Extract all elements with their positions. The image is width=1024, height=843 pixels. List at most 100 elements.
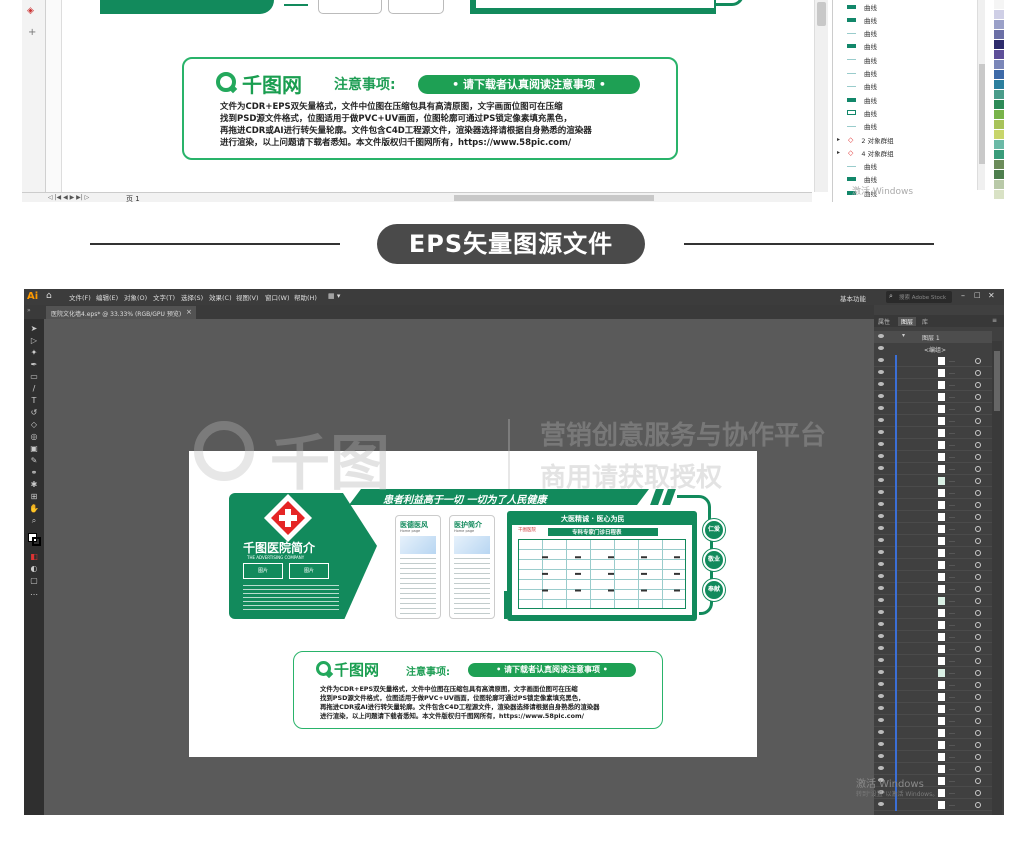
color-palette[interactable] xyxy=(994,0,1004,202)
tab-close-icon[interactable]: × xyxy=(186,308,192,316)
cdr-canvas[interactable]: 千图网 注意事项: • 请下载者认真阅读注意事项 • 文件为CDR+EPS双矢量… xyxy=(62,0,814,192)
object-row[interactable]: 曲线 xyxy=(847,53,877,66)
target-circle-icon[interactable] xyxy=(975,478,981,484)
layer-item[interactable]: … xyxy=(874,499,992,511)
visibility-eye-icon[interactable] xyxy=(878,730,884,734)
pen-tool-icon[interactable]: ✒ xyxy=(29,361,39,369)
tab-properties[interactable]: 属性 xyxy=(878,317,890,326)
color-mode-icon[interactable]: ◧ xyxy=(29,553,39,561)
target-circle-icon[interactable] xyxy=(975,622,981,628)
layer-item[interactable]: … xyxy=(874,691,992,703)
visibility-eye-icon[interactable] xyxy=(878,490,884,494)
layer-item[interactable]: … xyxy=(874,583,992,595)
palette-swatch[interactable] xyxy=(994,160,1004,169)
cdr-vertical-scrollbar[interactable] xyxy=(814,0,828,192)
visibility-eye-icon[interactable] xyxy=(878,694,884,698)
visibility-eye-icon[interactable] xyxy=(878,514,884,518)
layer-item[interactable]: … xyxy=(874,475,992,487)
target-circle-icon[interactable] xyxy=(975,382,981,388)
object-row[interactable]: 曲线 xyxy=(847,93,877,106)
target-circle-icon[interactable] xyxy=(975,418,981,424)
artboard-tool-icon[interactable]: ⊞ xyxy=(29,493,39,501)
layer-item[interactable]: … xyxy=(874,643,992,655)
visibility-eye-icon[interactable] xyxy=(878,370,884,374)
layer-item[interactable]: … xyxy=(874,535,992,547)
layer-item[interactable]: … xyxy=(874,715,992,727)
layer-item[interactable]: … xyxy=(874,451,992,463)
palette-swatch[interactable] xyxy=(994,140,1004,149)
visibility-eye-icon[interactable] xyxy=(878,670,884,674)
layer-1-row[interactable]: ▾ 图层 1 xyxy=(874,331,992,343)
visibility-eye-icon[interactable] xyxy=(878,406,884,410)
workspace-switcher[interactable]: 基本功能 xyxy=(840,293,866,303)
palette-swatch[interactable] xyxy=(994,20,1004,29)
layer-item[interactable]: … xyxy=(874,463,992,475)
object-row[interactable]: 曲线 xyxy=(847,67,877,80)
group-expand-icon[interactable]: ▸ xyxy=(837,136,840,143)
target-circle-icon[interactable] xyxy=(975,610,981,616)
ai-canvas[interactable]: 千图医院简介 THE ADVERTISING COMPANY 图片 图片 患者利… xyxy=(44,319,874,815)
layer-eye-icon[interactable] xyxy=(878,334,884,338)
tab-libraries[interactable]: 库 xyxy=(922,317,928,326)
target-circle-icon[interactable] xyxy=(975,790,981,796)
layer-item[interactable]: … xyxy=(874,607,992,619)
visibility-eye-icon[interactable] xyxy=(878,502,884,506)
add-icon[interactable]: + xyxy=(28,28,38,38)
palette-swatch[interactable] xyxy=(994,10,1004,19)
object-row[interactable]: 曲线 xyxy=(847,80,877,93)
blend-tool-icon[interactable]: ⚭ xyxy=(29,469,39,477)
layer-item[interactable]: … xyxy=(874,559,992,571)
palette-swatch[interactable] xyxy=(994,190,1004,199)
object-row[interactable]: 曲线 xyxy=(847,13,877,26)
search-stock-field[interactable]: ⌕ 搜索 Adobe Stock xyxy=(886,291,952,303)
palette-swatch[interactable] xyxy=(994,90,1004,99)
layer-item[interactable]: … xyxy=(874,595,992,607)
visibility-eye-icon[interactable] xyxy=(878,430,884,434)
object-row[interactable]: 曲线 xyxy=(847,27,877,40)
palette-swatch[interactable] xyxy=(994,0,1004,9)
target-circle-icon[interactable] xyxy=(975,730,981,736)
layer-item[interactable]: … xyxy=(874,655,992,667)
menu-item[interactable]: 选择(S) xyxy=(181,292,203,302)
visibility-eye-icon[interactable] xyxy=(878,454,884,458)
rotate-tool-icon[interactable]: ↺ xyxy=(29,409,39,417)
target-circle-icon[interactable] xyxy=(975,718,981,724)
panel-collapse-icon[interactable]: » xyxy=(27,307,31,314)
layer-item[interactable]: … xyxy=(874,391,992,403)
expand-chevron-icon[interactable]: ▾ xyxy=(902,332,905,339)
horizontal-scrollbar[interactable] xyxy=(454,195,654,201)
menu-item[interactable]: 窗口(W) xyxy=(265,292,290,302)
target-circle-icon[interactable] xyxy=(975,646,981,652)
layer-item[interactable]: … xyxy=(874,619,992,631)
document-tab[interactable]: 医院文化墙4.eps* @ 33.33% (RGB/GPU 预览) × xyxy=(46,306,196,319)
visibility-eye-icon[interactable] xyxy=(878,610,884,614)
draw-mode-icon[interactable]: ◐ xyxy=(29,565,39,573)
palette-swatch[interactable] xyxy=(994,60,1004,69)
target-circle-icon[interactable] xyxy=(975,466,981,472)
target-circle-icon[interactable] xyxy=(975,502,981,508)
object-row[interactable]: 曲线 xyxy=(847,160,877,173)
eraser-icon[interactable]: ◇ xyxy=(29,421,39,429)
target-circle-icon[interactable] xyxy=(975,634,981,640)
palette-swatch[interactable] xyxy=(994,130,1004,139)
layer-item[interactable]: … xyxy=(874,523,992,535)
layer-item[interactable]: … xyxy=(874,439,992,451)
layer-item[interactable]: … xyxy=(874,763,992,775)
target-circle-icon[interactable] xyxy=(975,658,981,664)
menu-item[interactable]: 视图(V) xyxy=(236,292,259,302)
tab-layers[interactable]: 图层 xyxy=(898,317,917,326)
close-icon[interactable]: ✕ xyxy=(988,291,995,300)
hand-tool-icon[interactable]: ✋ xyxy=(29,505,39,513)
symbol-sprayer-icon[interactable]: ✱ xyxy=(29,481,39,489)
menu-item[interactable]: 文件(F) xyxy=(69,292,91,302)
target-circle-icon[interactable] xyxy=(975,454,981,460)
layer-item[interactable]: … xyxy=(874,631,992,643)
magic-wand-icon[interactable]: ✦ xyxy=(29,349,39,357)
visibility-eye-icon[interactable] xyxy=(878,682,884,686)
palette-swatch[interactable] xyxy=(994,170,1004,179)
visibility-eye-icon[interactable] xyxy=(878,442,884,446)
sublayer-row[interactable]: <编组> xyxy=(874,343,992,355)
maximize-icon[interactable]: □ xyxy=(974,291,981,299)
screen-mode-icon[interactable]: ▢ xyxy=(29,577,39,585)
layer-item[interactable]: … xyxy=(874,679,992,691)
